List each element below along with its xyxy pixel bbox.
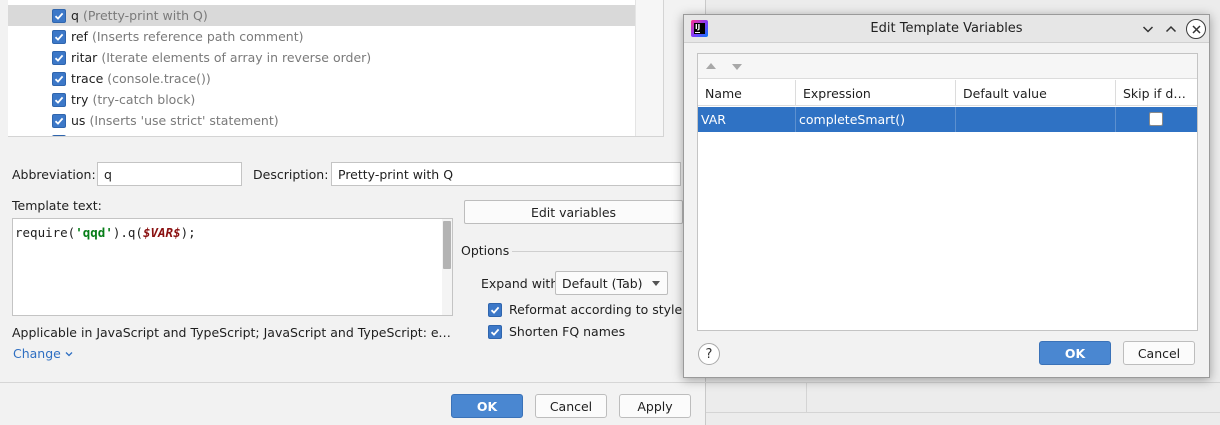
description-label: Description: <box>253 167 329 182</box>
chevron-up-icon <box>1165 25 1177 33</box>
expand-with-select[interactable]: Default (Tab) <box>555 271 668 295</box>
description-input[interactable]: Pretty-print with Q <box>331 162 681 186</box>
list-item[interactable] <box>8 131 663 136</box>
reformat-label: Reformat according to style <box>509 302 683 317</box>
list-scrollbar[interactable] <box>635 0 663 136</box>
checkbox-checked-icon[interactable] <box>52 71 66 86</box>
template-item-q[interactable]: q (Pretty-print with Q) <box>8 5 663 26</box>
template-item-ritar[interactable]: ritar (Iterate elements of array in reve… <box>8 47 663 68</box>
column-header-default-value[interactable]: Default value <box>956 80 1116 106</box>
divider <box>0 382 706 383</box>
dialog-cancel-button[interactable]: Cancel <box>1123 341 1195 365</box>
table-row[interactable]: VAR completeSmart() <box>698 107 1197 132</box>
template-item-us[interactable]: us (Inserts 'use strict' statement) <box>8 110 663 131</box>
code-text: ); <box>180 225 196 240</box>
divider <box>706 382 1220 383</box>
code-text: require( <box>15 225 76 240</box>
dialog-ok-button[interactable]: OK <box>1039 341 1111 365</box>
dialog-title: Edit Template Variables <box>870 21 1023 36</box>
variable-name-cell[interactable]: VAR <box>698 107 796 132</box>
template-item-ref[interactable]: ref (Inserts reference path comment) <box>8 26 663 47</box>
abbreviation-input[interactable]: q <box>97 162 242 186</box>
variables-table: Name Expression Default value Skip if de… <box>697 53 1198 331</box>
column-header-skip-if-defined[interactable]: Skip if defin... <box>1116 80 1197 106</box>
template-abbreviation: ritar <box>71 50 98 65</box>
reformat-checkbox[interactable]: Reformat according to style <box>488 302 682 317</box>
divider <box>806 382 807 412</box>
checkbox-checked-icon[interactable] <box>52 134 66 136</box>
chevron-down-icon <box>652 281 660 286</box>
template-text-editor[interactable]: require('qqd').q($VAR$); <box>12 218 453 316</box>
template-description: (Pretty-print with Q) <box>82 8 208 23</box>
live-templates-settings-panel: q (Pretty-print with Q) ref (Inserts ref… <box>0 0 706 425</box>
expand-with-value: Default (Tab) <box>562 276 643 291</box>
template-abbreviation: us <box>71 113 86 128</box>
checkbox-checked-icon[interactable] <box>52 50 66 65</box>
dialog-titlebar[interactable]: IJ Edit Template Variables <box>684 15 1209 43</box>
table-toolbar <box>698 54 1197 79</box>
template-abbreviation: trace <box>71 71 104 86</box>
template-text-label: Template text: <box>12 198 102 213</box>
template-description: (console.trace()) <box>107 71 211 86</box>
checkbox-checked-icon[interactable] <box>488 324 502 339</box>
close-icon <box>1191 24 1201 34</box>
chevron-down-icon <box>1142 26 1154 33</box>
help-button[interactable]: ? <box>698 343 720 365</box>
shorten-fq-names-label: Shorten FQ names <box>509 324 626 339</box>
template-description: (try-catch block) <box>92 92 196 107</box>
expand-with-label: Expand with <box>481 276 559 291</box>
applicable-context-text: Applicable in JavaScript and TypeScript;… <box>12 325 454 340</box>
divider <box>706 412 1220 413</box>
ok-button[interactable]: OK <box>451 394 523 418</box>
chevron-down-icon <box>65 351 73 356</box>
template-description: (Iterate elements of array in reverse or… <box>101 50 372 65</box>
template-abbreviation: ref <box>71 29 88 44</box>
cancel-button[interactable]: Cancel <box>535 394 607 418</box>
minimize-button[interactable] <box>1138 19 1158 39</box>
editor-scrollbar[interactable] <box>442 219 452 315</box>
column-header-expression[interactable]: Expression <box>796 80 956 106</box>
code-text: ).q( <box>112 225 143 240</box>
edit-variables-button[interactable]: Edit variables <box>464 200 683 224</box>
template-item-trace[interactable]: trace (console.trace()) <box>8 68 663 89</box>
editor-scrollbar-thumb[interactable] <box>443 221 451 269</box>
shorten-fq-names-checkbox[interactable]: Shorten FQ names <box>488 324 625 339</box>
options-label: Options <box>461 243 510 258</box>
template-abbreviation: q <box>71 8 79 23</box>
checkbox-checked-icon[interactable] <box>52 29 66 44</box>
code-variable: $VAR$ <box>142 225 181 240</box>
template-list: q (Pretty-print with Q) ref (Inserts ref… <box>8 0 664 137</box>
move-up-icon[interactable] <box>706 63 716 69</box>
abbreviation-label: Abbreviation: <box>12 167 96 182</box>
skip-if-defined-checkbox[interactable] <box>1149 112 1163 126</box>
template-description: (Inserts 'use strict' statement) <box>89 113 279 128</box>
apply-button[interactable]: Apply <box>619 394 691 418</box>
template-code: require('qqd').q($VAR$); <box>15 225 196 240</box>
template-abbreviation: try <box>71 92 89 107</box>
change-link[interactable]: Change <box>13 346 73 361</box>
checkbox-checked-icon[interactable] <box>52 92 66 107</box>
maximize-button[interactable] <box>1161 19 1181 39</box>
code-string: 'qqd' <box>75 225 113 240</box>
change-link-label: Change <box>13 346 61 361</box>
edit-template-variables-dialog: IJ Edit Template Variables Name Expressi… <box>683 14 1210 378</box>
column-header-name[interactable]: Name <box>698 80 796 106</box>
template-item-try[interactable]: try (try-catch block) <box>8 89 663 110</box>
variable-default-value-cell[interactable] <box>956 107 1116 132</box>
move-down-icon[interactable] <box>732 64 742 70</box>
template-description: (Inserts reference path comment) <box>91 29 304 44</box>
checkbox-checked-icon[interactable] <box>52 8 66 23</box>
checkbox-checked-icon[interactable] <box>488 302 502 317</box>
checkbox-checked-icon[interactable] <box>52 113 66 128</box>
close-button[interactable] <box>1186 19 1206 39</box>
options-separator <box>512 251 682 252</box>
variable-expression-cell[interactable]: completeSmart() <box>796 107 956 132</box>
